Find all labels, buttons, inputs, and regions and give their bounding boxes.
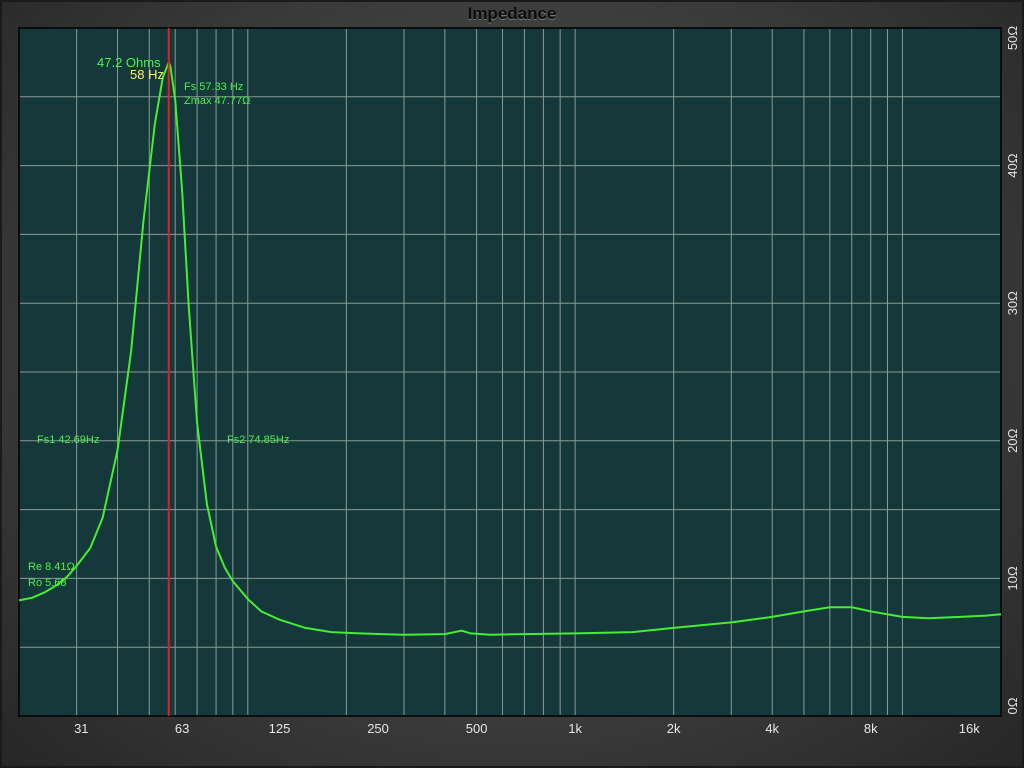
y-tick-label: 30Ω [1005, 291, 1020, 315]
x-tick-label: 16k [959, 721, 980, 736]
x-tick-label: 63 [175, 721, 189, 736]
x-tick-label: 1k [568, 721, 582, 736]
y-tick-label: 0Ω [1005, 697, 1020, 714]
x-axis-ticks: 31 63 125 250 500 1k 2k 4k 8k 16k [74, 721, 980, 736]
fs1-label: Fs1 42.69Hz [37, 434, 99, 446]
zmax-label: Zmax 47.77Ω [184, 95, 250, 107]
fs2-label: Fs2 74.85Hz [227, 434, 289, 446]
x-tick-label: 4k [765, 721, 779, 736]
x-tick-label: 500 [466, 721, 488, 736]
re-label: Re 8.41Ω [28, 561, 75, 573]
fs-label: Fs 57.33 Hz [184, 81, 243, 93]
ro-label: Ro 5.68 [28, 577, 67, 589]
cursor-frequency-label: 58 Hz [130, 67, 164, 82]
x-tick-label: 8k [864, 721, 878, 736]
y-tick-label: 50Ω [1005, 26, 1020, 50]
y-tick-label: 20Ω [1005, 428, 1020, 452]
y-axis-ticks: 0Ω 10Ω 20Ω 30Ω 40Ω 50Ω [1005, 26, 1020, 715]
y-tick-label: 40Ω [1005, 153, 1020, 177]
impedance-chart[interactable]: 31 63 125 250 500 1k 2k 4k 8k 16k 0Ω 10Ω… [0, 0, 1024, 768]
x-tick-label: 250 [367, 721, 389, 736]
x-tick-label: 125 [269, 721, 291, 736]
y-tick-label: 10Ω [1005, 566, 1020, 590]
x-tick-label: 31 [74, 721, 88, 736]
x-tick-label: 2k [667, 721, 681, 736]
